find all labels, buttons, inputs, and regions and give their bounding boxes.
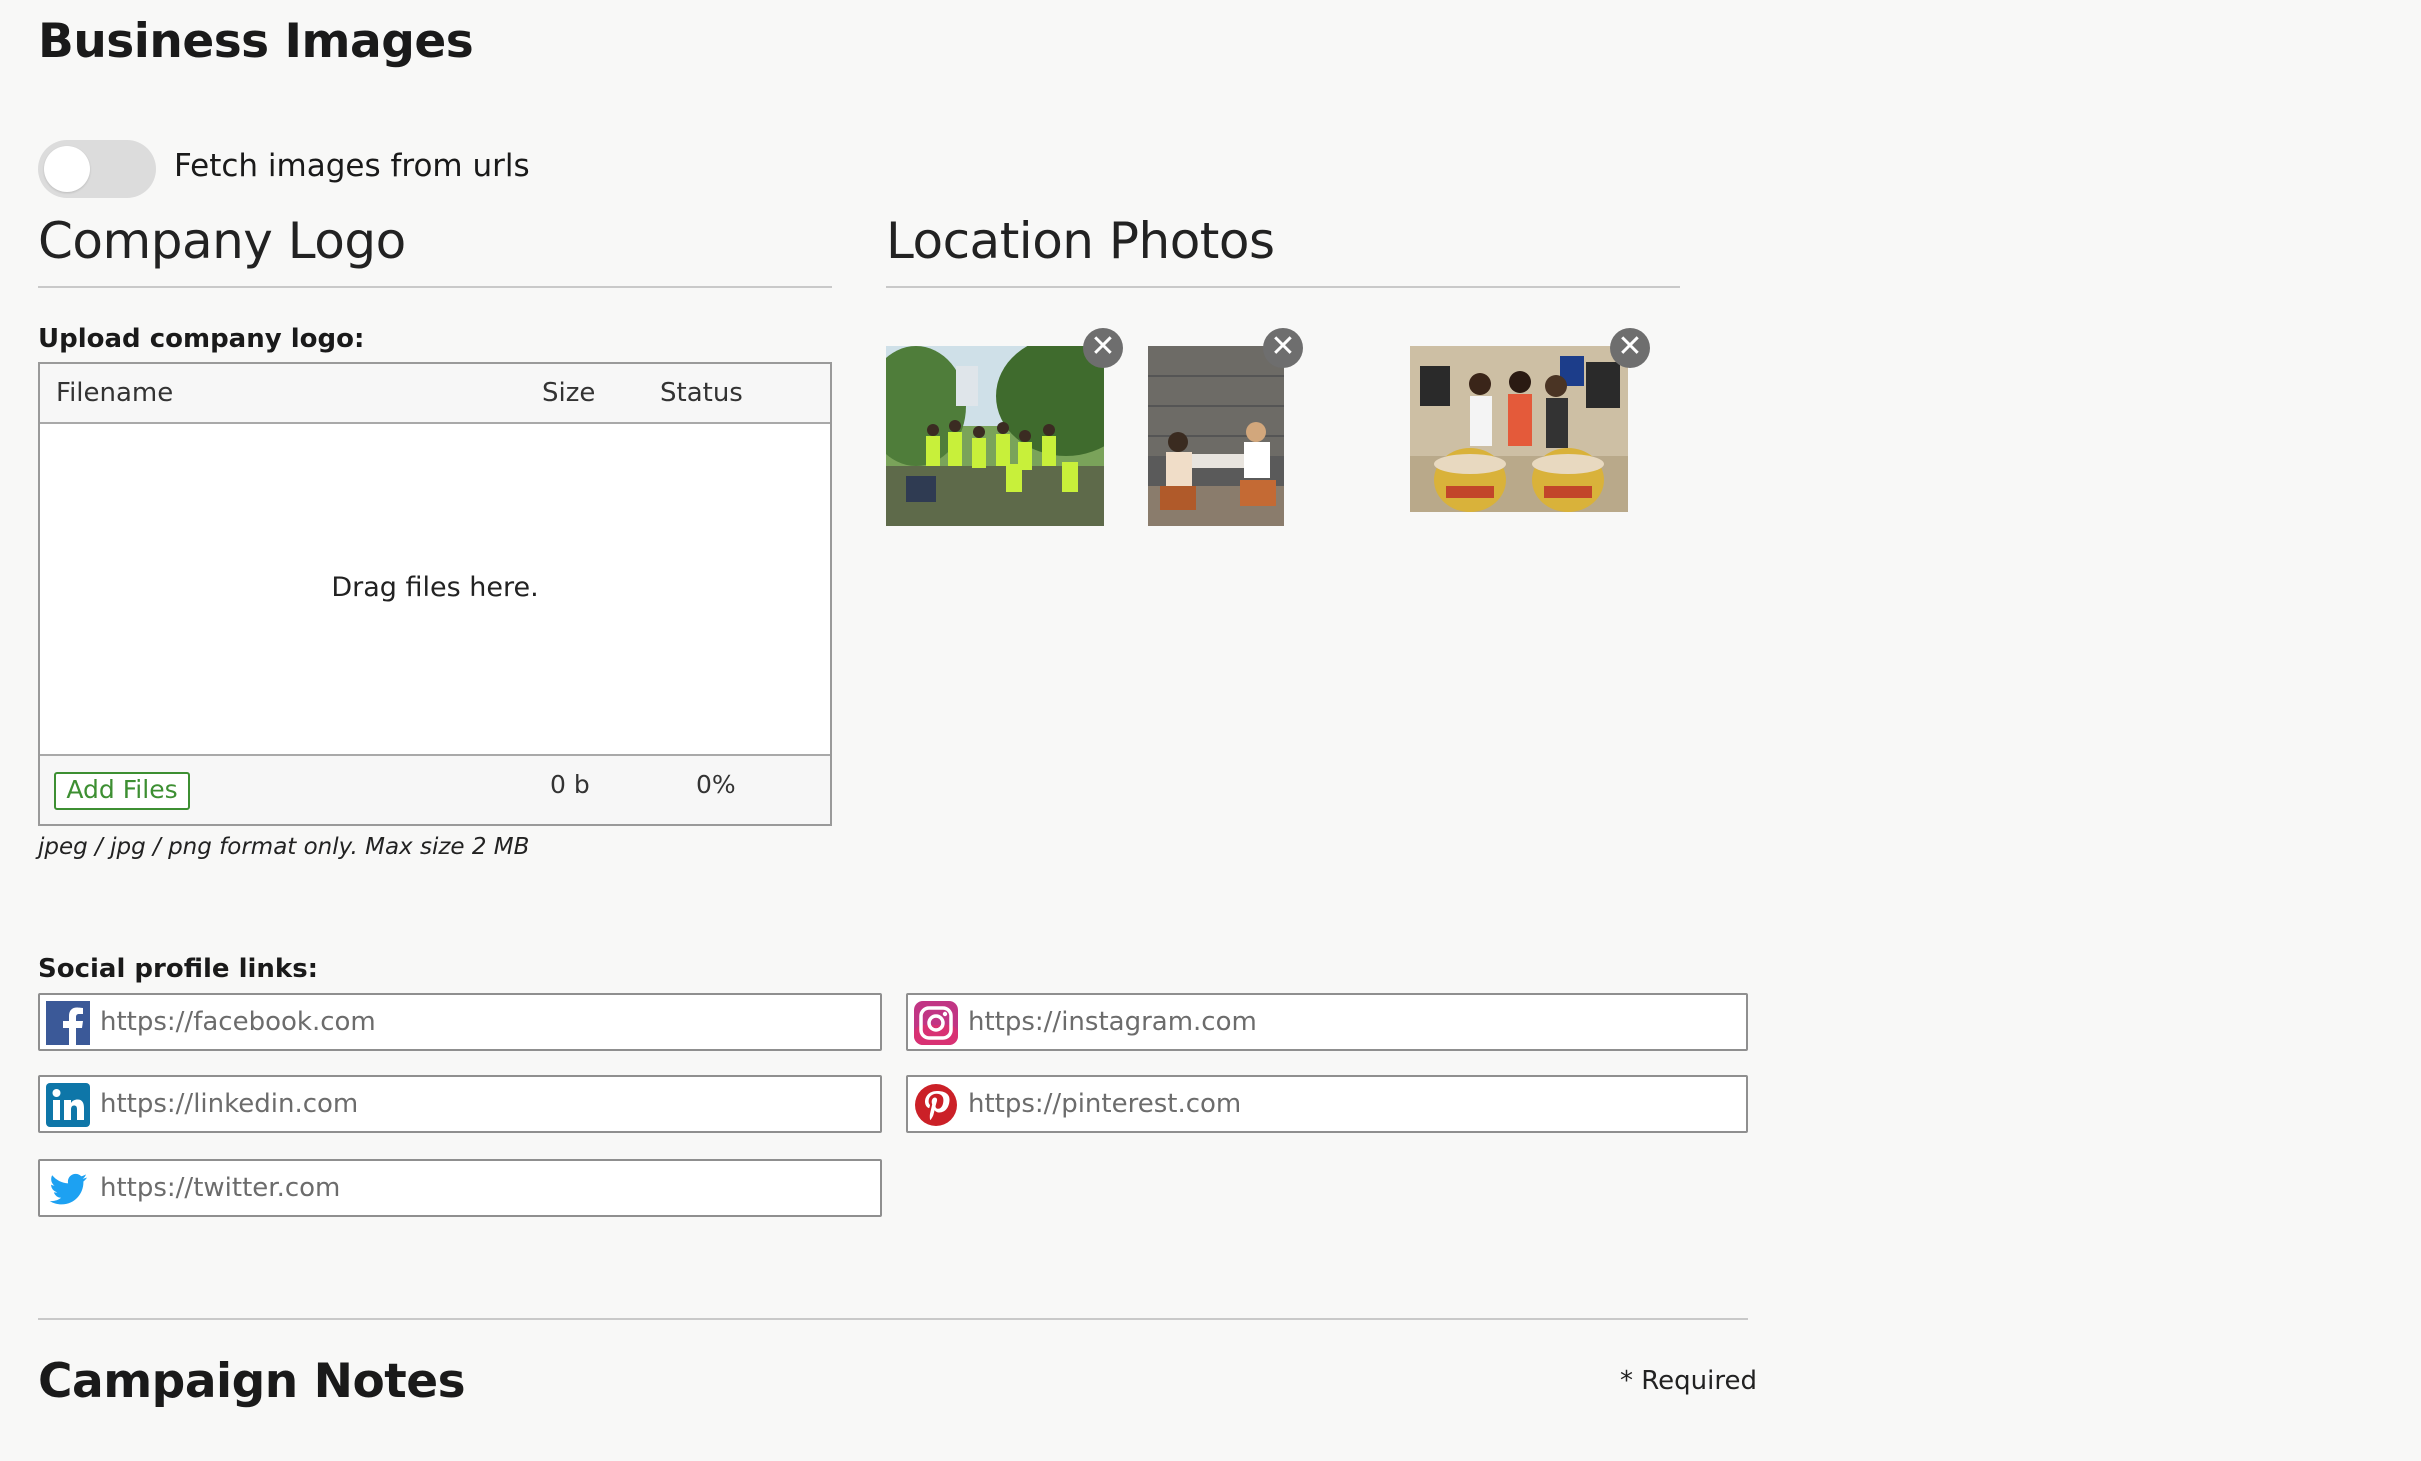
logo-uploader[interactable]: Filename Size Status Drag files here. Ad… [38, 362, 832, 826]
col-size: Size [542, 378, 596, 408]
linkedin-field [38, 1075, 882, 1133]
remove-photo-2-button[interactable]: ✕ [1263, 328, 1303, 368]
uploader-footer: Add Files 0 b 0% [40, 754, 830, 824]
instagram-input[interactable] [966, 999, 1740, 1045]
fetch-urls-toggle[interactable] [38, 140, 156, 198]
location-photo-3[interactable] [1410, 346, 1628, 512]
facebook-input[interactable] [98, 999, 874, 1045]
company-logo-heading: Company Logo [38, 212, 406, 270]
required-note: * Required [1620, 1366, 1757, 1396]
pinterest-input[interactable] [966, 1081, 1740, 1127]
remove-photo-3-button[interactable]: ✕ [1610, 328, 1650, 368]
location-photos-divider [886, 286, 1680, 288]
twitter-input[interactable] [98, 1165, 874, 1211]
page-title: Business Images [38, 14, 474, 69]
linkedin-input[interactable] [98, 1081, 874, 1127]
upload-logo-label: Upload company logo: [38, 324, 365, 354]
company-logo-divider [38, 286, 832, 288]
col-status: Status [660, 378, 743, 408]
format-hint: jpeg / jpg / png format only. Max size 2… [38, 834, 530, 860]
linkedin-icon [46, 1083, 90, 1127]
upload-progress: 0% [696, 770, 736, 799]
fetch-urls-label: Fetch images from urls [174, 148, 530, 184]
instagram-icon [914, 1001, 958, 1045]
social-links-label: Social profile links: [38, 954, 319, 984]
remove-photo-1-button[interactable]: ✕ [1083, 328, 1123, 368]
total-size: 0 b [550, 770, 590, 799]
col-filename: Filename [56, 378, 174, 408]
twitter-icon [49, 1173, 87, 1205]
add-files-button[interactable]: Add Files [54, 772, 190, 810]
facebook-field [38, 993, 882, 1051]
photo-office-meeting [1148, 346, 1284, 526]
photo-group-outdoors [886, 346, 1104, 526]
uploader-header: Filename Size Status [40, 364, 830, 424]
toggle-knob [44, 146, 90, 192]
pinterest-field [906, 1075, 1748, 1133]
location-photo-2[interactable] [1148, 346, 1284, 526]
instagram-field [906, 993, 1748, 1051]
location-photo-1[interactable] [886, 346, 1104, 526]
section-divider [38, 1318, 1748, 1320]
facebook-icon [46, 1001, 90, 1045]
twitter-field [38, 1159, 882, 1217]
location-photos-heading: Location Photos [886, 212, 1275, 270]
drop-zone-text: Drag files here. [331, 572, 539, 603]
photo-women-food-drive [1410, 346, 1628, 512]
campaign-notes-heading: Campaign Notes [38, 1354, 466, 1409]
pinterest-icon [915, 1084, 957, 1126]
